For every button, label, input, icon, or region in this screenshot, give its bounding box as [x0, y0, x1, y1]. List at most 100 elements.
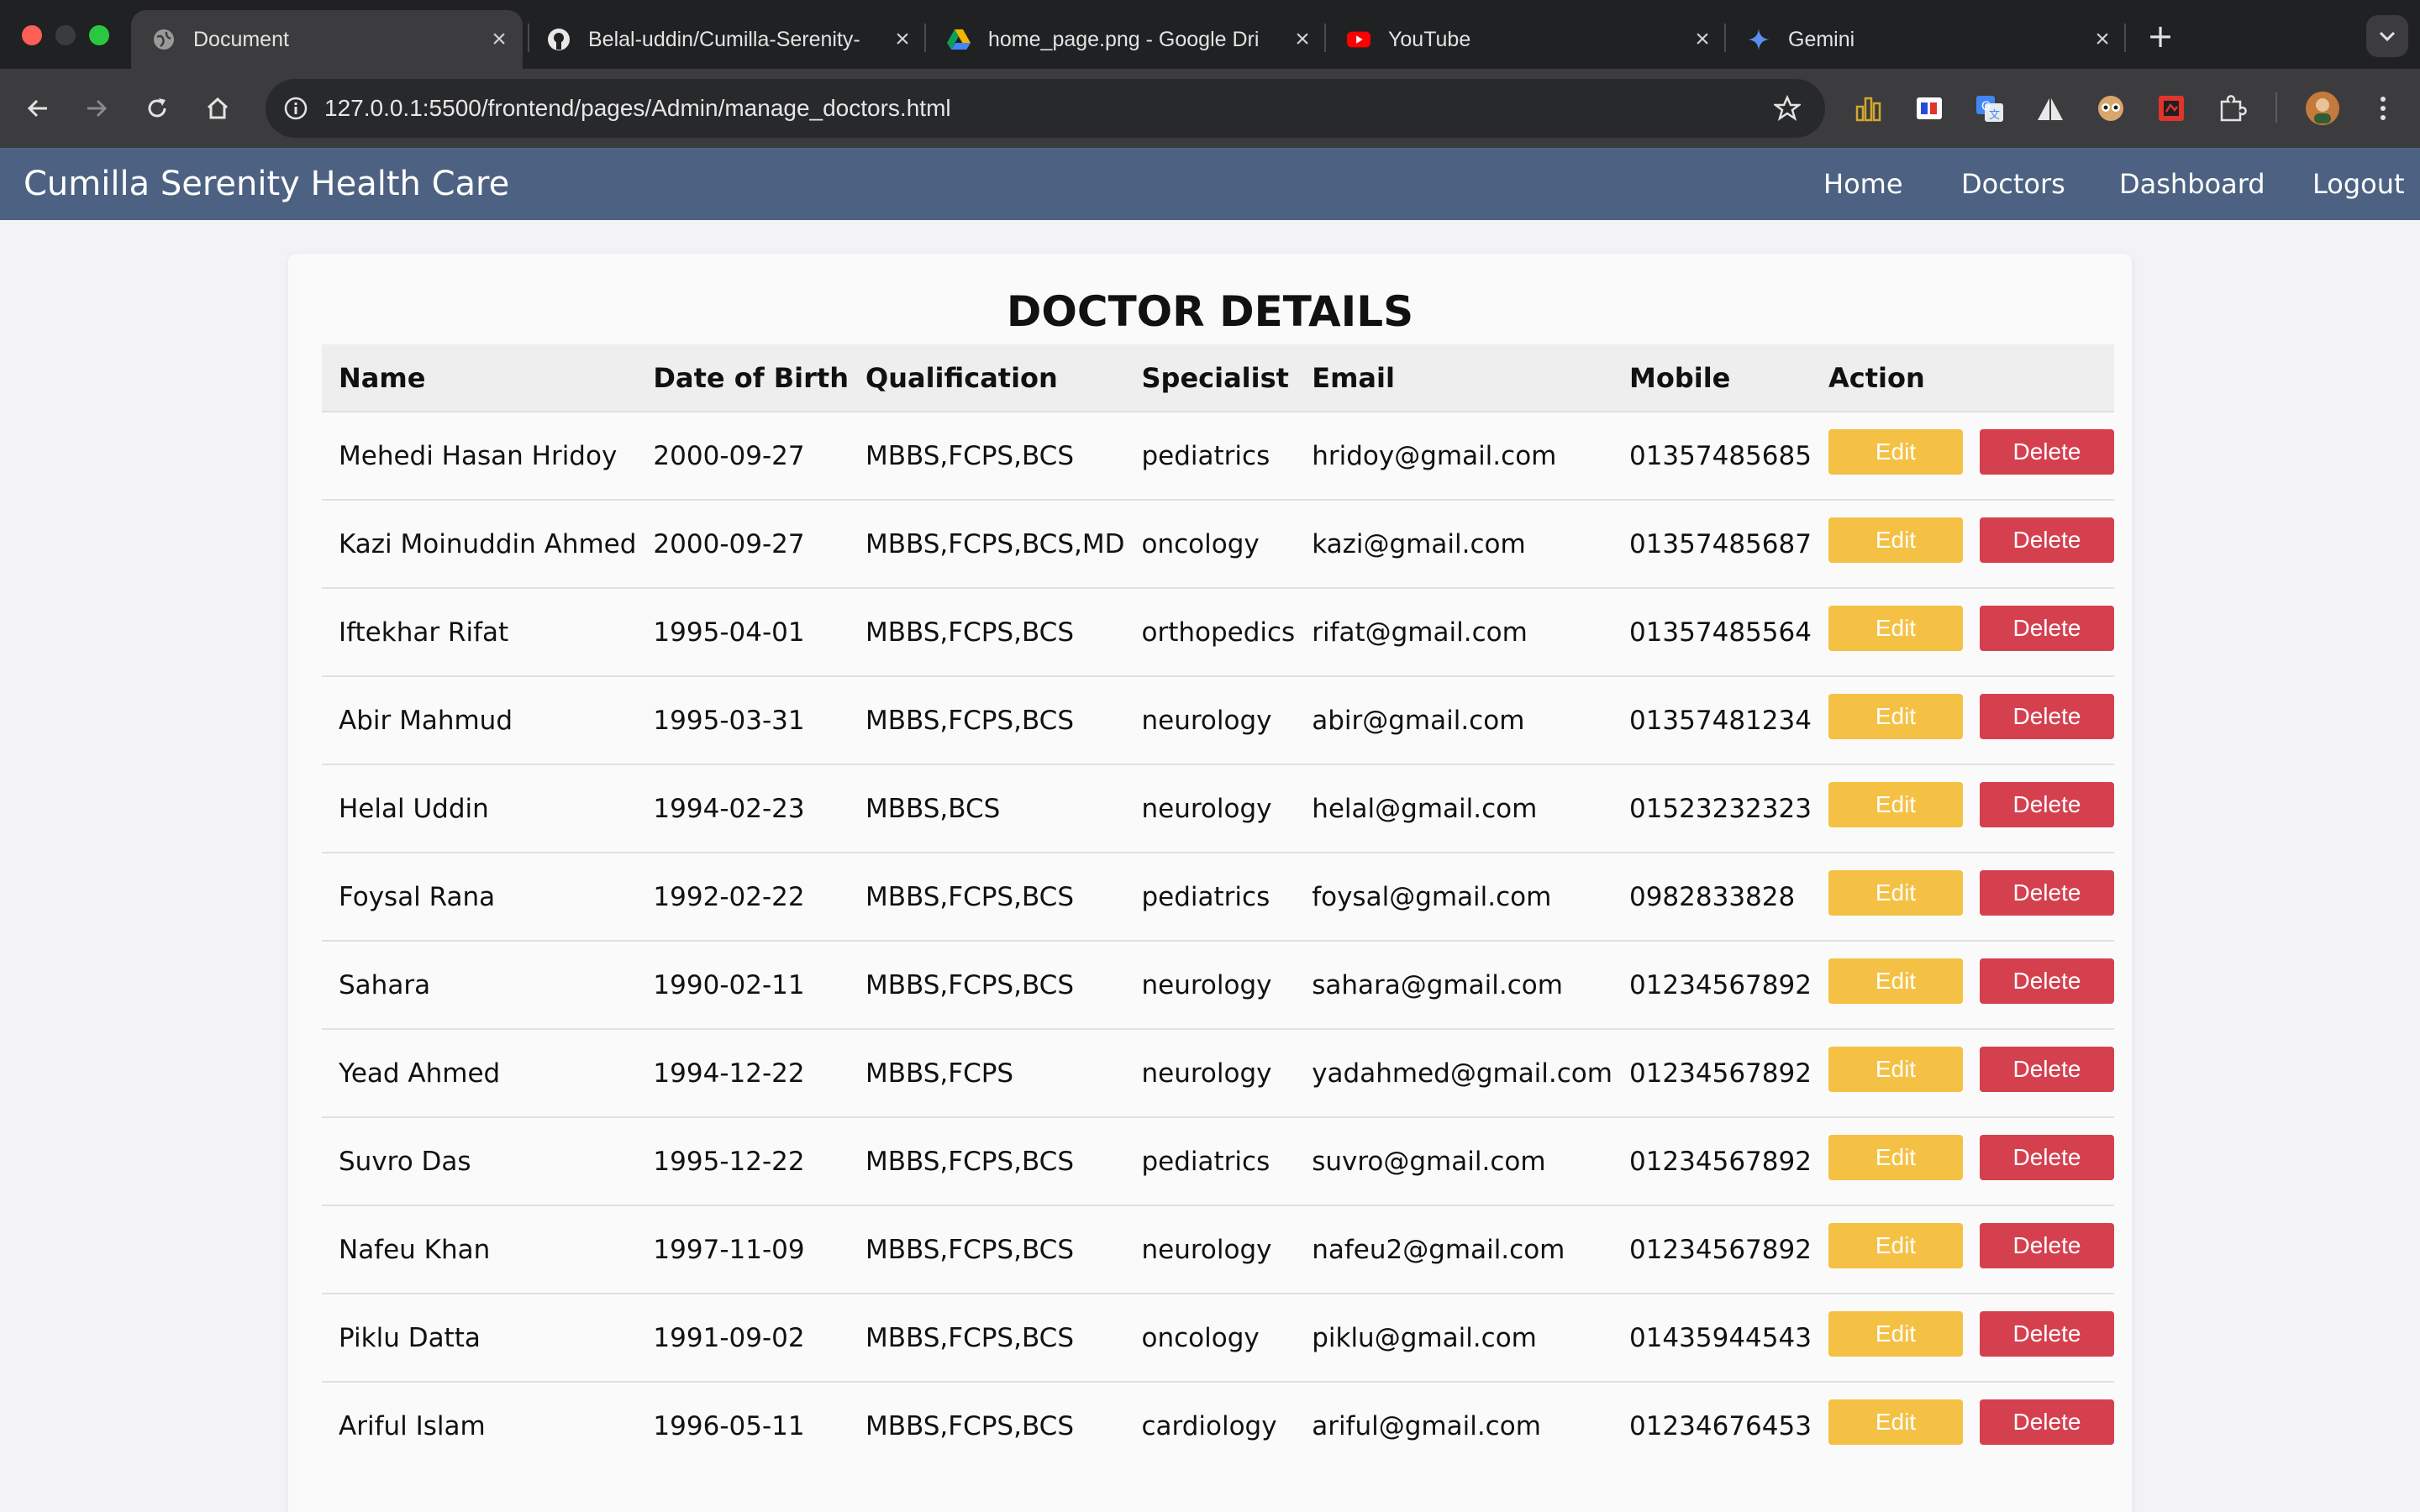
delete-button[interactable]: Delete	[1979, 869, 2114, 916]
chevron-down-icon	[2379, 31, 2396, 42]
cell-qualification: MBBS,FCPS	[865, 1058, 1014, 1089]
edit-button[interactable]: Edit	[1828, 1134, 1963, 1180]
puzzle-extensions-icon[interactable]	[2213, 90, 2250, 127]
cell-specialist: neurology	[1141, 969, 1272, 1000]
table-row: Mehedi Hasan Hridoy 2000-09-27 MBBS,FCPS,B…	[322, 412, 2114, 500]
delete-button[interactable]: Delete	[1979, 693, 2114, 739]
cell-dob: 1992-02-22	[653, 881, 805, 912]
table-row: Ariful Islam 1996-05-11 MBBS,FCPS,BCS cardi…	[322, 1382, 2114, 1470]
tab-close-icon[interactable]: ×	[886, 25, 919, 54]
cell-email: piklu@gmail.com	[1312, 1322, 1537, 1353]
cell-mobile: 01357481234	[1628, 705, 1812, 736]
browser-tab-google-drive[interactable]: home_page.png - Google Dri ×	[926, 10, 1326, 69]
cell-actions: Edit Delete	[1812, 1029, 2114, 1117]
delete-button[interactable]: Delete	[1979, 1134, 2114, 1180]
nav-link-doctors[interactable]: Doctors	[1961, 148, 2065, 220]
column-header-dob: Date of Birth	[653, 361, 849, 394]
globe-icon	[151, 27, 176, 52]
bar-chart-extension-icon[interactable]	[1850, 90, 1887, 127]
column-header-email: Email	[1312, 361, 1395, 394]
reload-button[interactable]	[136, 87, 178, 129]
cell-mobile: 01357485687	[1628, 528, 1812, 559]
cell-qualification: MBBS,FCPS,BCS,MD	[865, 528, 1125, 559]
delete-button[interactable]: Delete	[1979, 958, 2114, 1004]
table-row: Abir Mahmud 1995-03-31 MBBS,FCPS,BCS neurol…	[322, 676, 2114, 764]
more-menu-icon[interactable]	[2365, 90, 2402, 127]
edit-button[interactable]: Edit	[1828, 605, 1963, 651]
edit-button[interactable]: Edit	[1828, 517, 1963, 563]
tab-title: Document	[193, 27, 289, 51]
site-navbar: Cumilla Serenity Health Care Home Doctor…	[0, 148, 2420, 220]
owl-extension-icon[interactable]	[2092, 90, 2129, 127]
edit-button[interactable]: Edit	[1828, 781, 1963, 827]
new-tab-button[interactable]: +	[2139, 15, 2181, 57]
edit-button[interactable]: Edit	[1828, 693, 1963, 739]
delete-button[interactable]: Delete	[1979, 1399, 2114, 1445]
bookmark-star-icon[interactable]	[1766, 87, 1808, 129]
edit-button[interactable]: Edit	[1828, 1222, 1963, 1268]
tab-close-icon[interactable]: ×	[482, 25, 516, 54]
delete-button[interactable]: Delete	[1979, 781, 2114, 827]
column-header-action: Action	[1828, 361, 1925, 394]
delete-button[interactable]: Delete	[1979, 605, 2114, 651]
forward-button[interactable]	[76, 87, 118, 129]
cell-specialist: cardiology	[1141, 1411, 1277, 1441]
tab-search-button[interactable]	[2366, 15, 2408, 57]
browser-tab-github[interactable]: Belal-uddin/Cumilla-Serenity- ×	[526, 10, 926, 69]
cell-qualification: MBBS,FCPS,BCS	[865, 969, 1074, 1000]
reload-icon	[148, 98, 166, 118]
edit-button[interactable]: Edit	[1828, 428, 1963, 475]
back-button[interactable]	[17, 87, 59, 129]
column-header-qualification: Qualification	[865, 361, 1058, 394]
cell-qualification: MBBS,FCPS,BCS	[865, 1234, 1074, 1265]
delete-button[interactable]: Delete	[1979, 428, 2114, 475]
delete-button[interactable]: Delete	[1979, 1310, 2114, 1357]
delete-button[interactable]: Delete	[1979, 517, 2114, 563]
browser-tab-youtube[interactable]: YouTube ×	[1326, 10, 1726, 69]
cell-specialist: neurology	[1141, 1234, 1272, 1265]
tab-title: Gemini	[1788, 27, 1855, 51]
tab-close-icon[interactable]: ×	[1286, 25, 1319, 54]
nav-link-dashboard[interactable]: Dashboard	[2119, 148, 2265, 220]
nav-link-home[interactable]: Home	[1823, 148, 1903, 220]
cell-email: rifat@gmail.com	[1312, 617, 1528, 648]
cell-actions: Edit Delete	[1812, 764, 2114, 853]
cell-dob: 1995-03-31	[653, 705, 805, 736]
window-minimize-button[interactable]	[55, 25, 76, 45]
table-row: Helal Uddin 1994-02-23 MBBS,BCS neurology he…	[322, 764, 2114, 853]
flag-extension-icon[interactable]	[1911, 90, 1948, 127]
site-info-icon[interactable]	[279, 92, 313, 125]
window-close-button[interactable]	[22, 25, 42, 45]
edit-button[interactable]: Edit	[1828, 869, 1963, 916]
site-brand[interactable]: Cumilla Serenity Health Care	[24, 148, 509, 220]
translate-extension-icon[interactable]: G文	[1971, 90, 2008, 127]
delete-button[interactable]: Delete	[1979, 1046, 2114, 1092]
column-header-name: Name	[339, 361, 426, 394]
edit-button[interactable]: Edit	[1828, 958, 1963, 1004]
profile-avatar-icon[interactable]	[2304, 90, 2341, 127]
url-text[interactable]: 127.0.0.1:5500/frontend/pages/Admin/mana…	[324, 95, 1766, 122]
red-square-extension-icon[interactable]	[2153, 90, 2190, 127]
cell-email: yadahmed@gmail.com	[1312, 1058, 1612, 1089]
tab-close-icon[interactable]: ×	[2086, 25, 2119, 54]
address-bar[interactable]: 127.0.0.1:5500/frontend/pages/Admin/mana…	[266, 79, 1825, 138]
browser-tab-document[interactable]: Document ×	[131, 10, 523, 69]
tab-close-icon[interactable]: ×	[1686, 25, 1719, 54]
toolbar-separator	[2275, 92, 2277, 123]
cell-mobile: 01234676453	[1628, 1411, 1812, 1441]
cell-name: Yead Ahmed	[339, 1058, 501, 1089]
edit-button[interactable]: Edit	[1828, 1046, 1963, 1092]
cell-specialist: pediatrics	[1141, 440, 1270, 471]
cell-qualification: MBBS,FCPS,BCS	[865, 617, 1074, 648]
home-button[interactable]	[197, 87, 239, 129]
triangle-extension-icon[interactable]	[2032, 90, 2069, 127]
window-zoom-button[interactable]	[89, 25, 109, 45]
delete-button[interactable]: Delete	[1979, 1222, 2114, 1268]
edit-button[interactable]: Edit	[1828, 1310, 1963, 1357]
browser-tab-gemini[interactable]: Gemini ×	[1726, 10, 2126, 69]
youtube-icon	[1346, 27, 1371, 52]
cell-qualification: MBBS,FCPS,BCS	[865, 1411, 1074, 1441]
cell-specialist: pediatrics	[1141, 1146, 1270, 1177]
edit-button[interactable]: Edit	[1828, 1399, 1963, 1445]
nav-link-logout[interactable]: Logout	[2312, 148, 2405, 220]
